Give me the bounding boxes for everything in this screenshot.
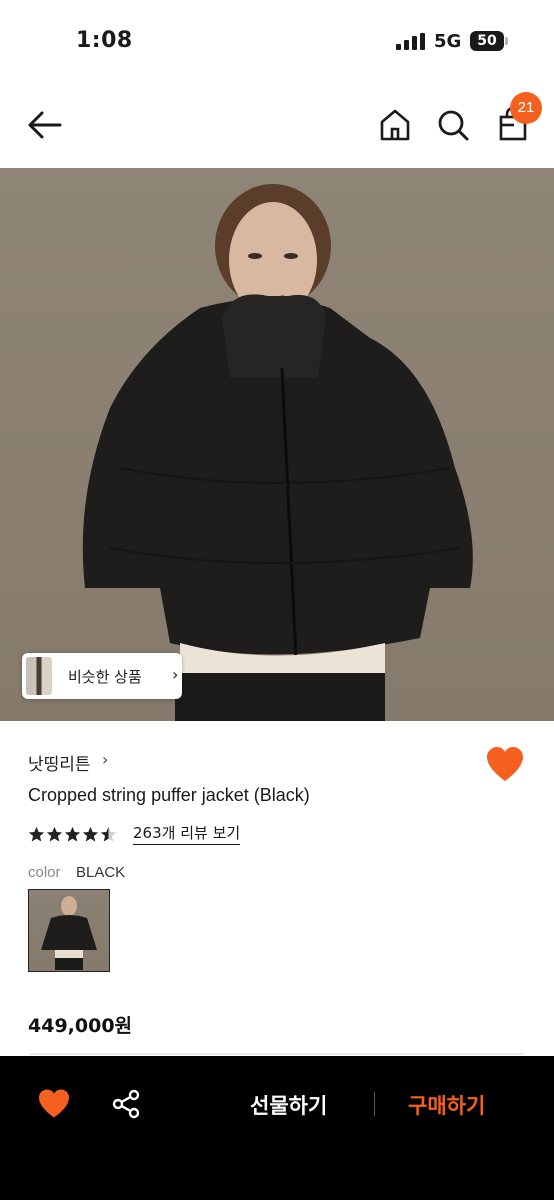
search-icon[interactable] (434, 106, 472, 144)
color-swatch-black[interactable] (28, 889, 110, 972)
chevron-right-icon[interactable]: › (102, 750, 108, 769)
back-arrow-icon[interactable] (24, 108, 66, 142)
gift-button[interactable]: 선물하기 (250, 1090, 327, 1120)
similar-thumbnail (26, 657, 52, 695)
review-link[interactable]: 263개 리뷰 보기 (133, 822, 241, 845)
heart-icon[interactable] (486, 747, 524, 783)
signal-icon (396, 33, 425, 50)
bottom-action-bar: 선물하기 구매하기 (0, 1056, 554, 1200)
price: 449,000원 (28, 1015, 133, 1037)
divider (30, 1053, 524, 1055)
similar-products-button[interactable]: 비슷한 상품 › (22, 653, 182, 699)
product-image[interactable]: 비슷한 상품 › (0, 168, 554, 721)
model-photo (82, 184, 473, 721)
brand-link[interactable]: 낫띵리튼 (28, 750, 91, 775)
app-header: 21 (0, 80, 554, 168)
color-value: BLACK (76, 864, 126, 881)
home-icon[interactable] (376, 106, 414, 144)
share-icon[interactable] (110, 1088, 142, 1120)
swatch-thumbnail (41, 896, 97, 970)
divider (374, 1092, 375, 1116)
network-label: 5G (434, 31, 462, 52)
buy-button[interactable]: 구매하기 (408, 1090, 485, 1120)
star-icon (82, 826, 99, 841)
cart-count-badge: 21 (510, 92, 542, 124)
chevron-right-icon: › (172, 665, 179, 684)
status-bar: 1:08 5G 50 (0, 0, 554, 80)
star-icon (46, 826, 63, 841)
half-star-icon (100, 826, 117, 841)
star-icon (64, 826, 81, 841)
star-icon (28, 826, 45, 841)
product-name: Cropped string puffer jacket (Black) (28, 785, 310, 805)
battery-tip (505, 37, 508, 45)
color-label: color (28, 864, 61, 881)
similar-products-label: 비슷한 상품 (68, 668, 142, 686)
heart-icon[interactable] (38, 1089, 70, 1119)
star-rating (28, 823, 118, 845)
battery-icon: 50 (470, 31, 504, 51)
status-time: 1:08 (76, 28, 133, 53)
